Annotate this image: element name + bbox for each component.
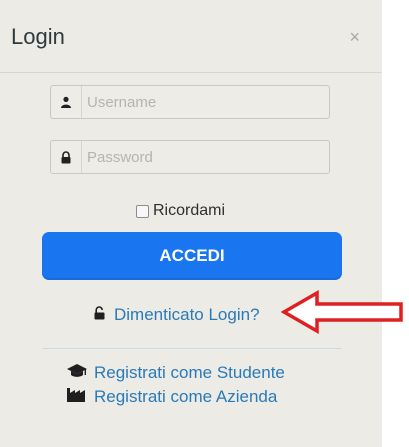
register-company-link[interactable]: Registrati come Azienda (67, 387, 277, 407)
unlock-icon (93, 305, 106, 325)
divider (42, 348, 342, 349)
dialog-title: Login (11, 24, 65, 49)
forgot-login-link[interactable]: Dimenticato Login? (93, 305, 260, 325)
register-company-label: Registrati come Azienda (94, 387, 278, 406)
close-button[interactable]: × (349, 28, 360, 46)
password-field[interactable] (50, 140, 330, 174)
password-input[interactable] (87, 141, 317, 173)
checkbox-box[interactable] (136, 204, 149, 218)
forgot-login-label: Dimenticato Login? (114, 305, 260, 324)
username-input[interactable] (87, 86, 317, 118)
remember-label: Ricordami (153, 202, 226, 219)
register-student-link[interactable]: Registrati come Studente (67, 363, 285, 383)
username-field[interactable] (50, 85, 330, 119)
industry-icon (67, 387, 87, 407)
lock-icon (51, 141, 82, 173)
login-dialog: Login × Ricordami ACCEDI (0, 0, 382, 447)
red-arrow-annotation (281, 290, 403, 334)
user-icon (51, 86, 82, 118)
remember-checkbox[interactable]: Ricordami (136, 202, 225, 220)
register-student-label: Registrati come Studente (94, 363, 285, 382)
login-button[interactable]: ACCEDI (42, 232, 342, 280)
dialog-header: Login × (0, 0, 382, 73)
graduation-cap-icon (67, 363, 87, 383)
